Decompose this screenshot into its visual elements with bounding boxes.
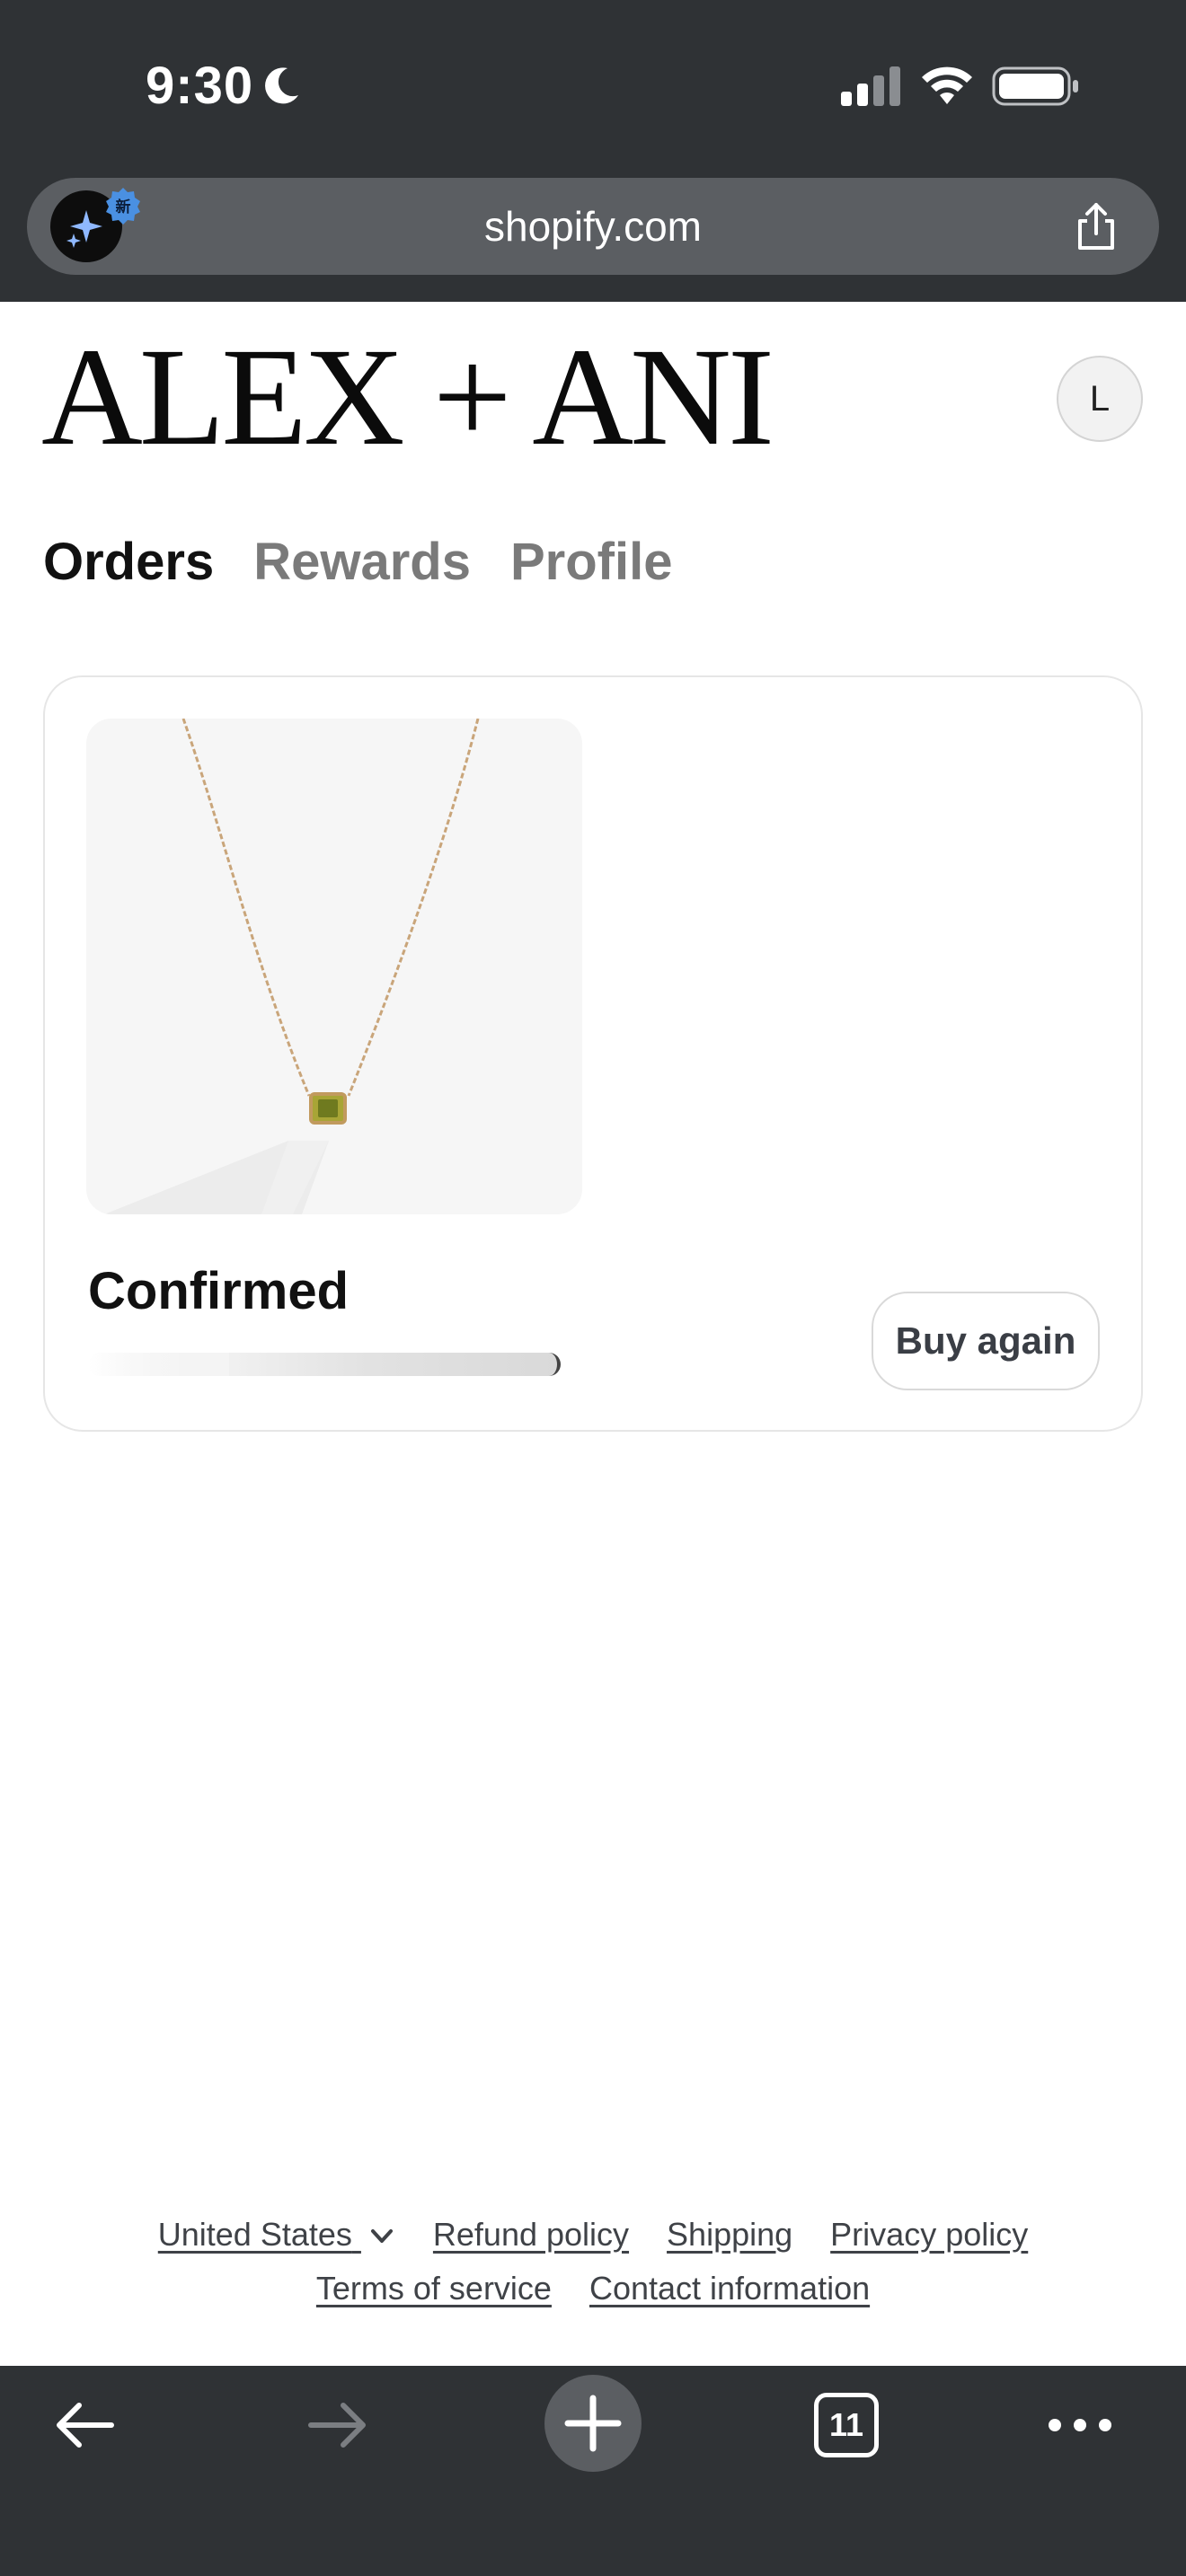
cellular-signal-icon xyxy=(841,66,900,106)
url-text[interactable]: shopify.com xyxy=(27,178,1159,275)
shipping-link[interactable]: Shipping xyxy=(667,2216,792,2254)
plus-icon xyxy=(564,2395,622,2452)
status-bar: 9:30 xyxy=(0,0,1186,171)
moon-icon xyxy=(265,67,298,104)
buy-again-button[interactable]: Buy again xyxy=(872,1292,1100,1390)
chevron-down-icon xyxy=(370,2229,393,2244)
new-tab-button[interactable] xyxy=(544,2375,642,2472)
refund-policy-link[interactable]: Refund policy xyxy=(433,2216,629,2254)
terms-of-service-link[interactable]: Terms of service xyxy=(316,2270,552,2307)
product-image[interactable] xyxy=(86,719,582,1214)
footer-row-1: United States Refund policy Shipping Pri… xyxy=(0,2208,1186,2262)
country-selector[interactable]: United States xyxy=(158,2216,395,2254)
tab-switcher-button[interactable]: 11 xyxy=(814,2393,879,2457)
privacy-policy-link[interactable]: Privacy policy xyxy=(830,2216,1028,2254)
tab-profile[interactable]: Profile xyxy=(510,526,673,598)
country-label: United States xyxy=(157,2216,352,2253)
browser-top-chrome: 9:30 新 shopify.com xyxy=(0,0,1186,302)
contact-information-link[interactable]: Contact information xyxy=(589,2270,870,2307)
logo-text: ALEX + ANI xyxy=(41,332,771,458)
wifi-icon xyxy=(922,66,972,104)
order-progress-fill xyxy=(88,1353,229,1376)
browser-bottom-toolbar: 11 xyxy=(0,2366,1186,2576)
share-icon[interactable] xyxy=(1069,199,1123,253)
order-card[interactable]: Confirmed Buy again xyxy=(43,675,1143,1432)
brand-logo[interactable]: ALEX + ANI xyxy=(41,332,778,458)
account-tabs: Orders Rewards Profile xyxy=(43,526,712,598)
status-time: 9:30 xyxy=(146,57,254,115)
tab-rewards[interactable]: Rewards xyxy=(253,526,471,598)
forward-arrow-icon[interactable] xyxy=(305,2398,370,2452)
necklace-image xyxy=(104,719,480,1214)
account-avatar[interactable]: L xyxy=(1057,356,1143,442)
battery-icon xyxy=(992,66,1078,106)
more-options-icon[interactable] xyxy=(1046,2413,1114,2438)
footer-row-2: Terms of service Contact information xyxy=(0,2262,1186,2316)
order-progress-bar xyxy=(88,1353,561,1376)
footer-links: United States Refund policy Shipping Pri… xyxy=(0,2208,1186,2316)
order-status: Confirmed xyxy=(88,1262,349,1320)
address-bar[interactable]: 新 shopify.com xyxy=(27,178,1159,275)
back-arrow-icon[interactable] xyxy=(52,2398,117,2452)
tab-orders[interactable]: Orders xyxy=(43,526,214,598)
